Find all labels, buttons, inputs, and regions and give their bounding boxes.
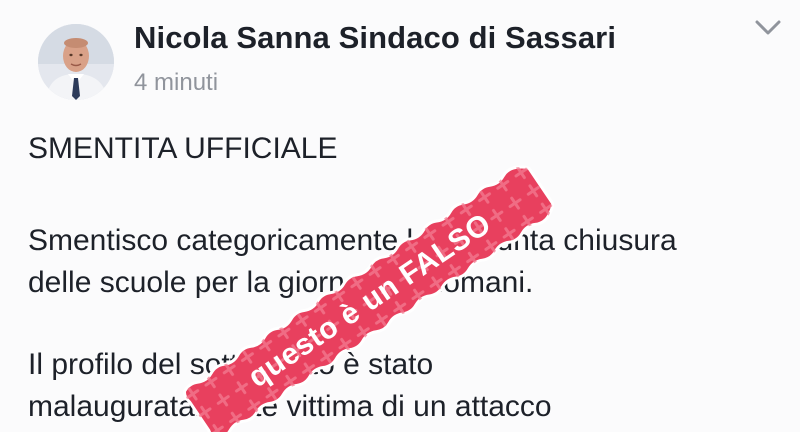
paragraph-line: Smentisco categoricamente la presunta ch…: [28, 224, 677, 257]
author-name-link[interactable]: Nicola Sanna Sindaco di Sassari: [134, 20, 616, 56]
author-avatar[interactable]: [38, 24, 114, 100]
post-timestamp[interactable]: 4 minuti: [134, 69, 218, 97]
chevron-down-icon[interactable]: [748, 6, 788, 46]
post-heading: SMENTITA UFFICIALE: [28, 132, 338, 165]
facebook-post: Nicola Sanna Sindaco di Sassari 4 minuti…: [0, 0, 800, 432]
avatar-portrait-image: [38, 24, 114, 100]
